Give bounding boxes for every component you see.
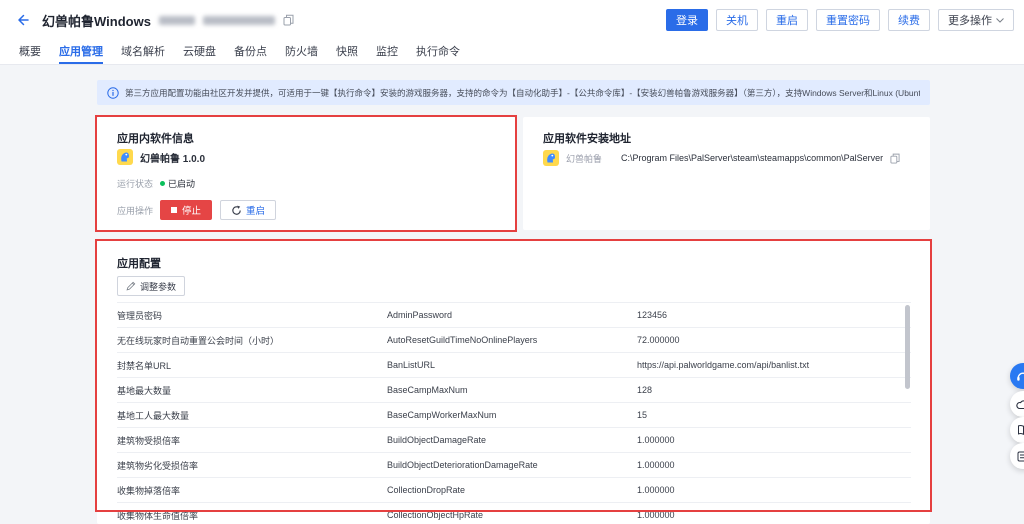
tab-cloud-disk[interactable]: 云硬盘 <box>183 40 216 64</box>
table-row: 收集物掉落倍率 CollectionDropRate 1.000000 <box>117 477 911 502</box>
palworld-app-icon <box>543 150 559 166</box>
restart-icon <box>231 205 242 216</box>
adjust-params-button[interactable]: 调整参数 <box>117 276 185 296</box>
status-dot-icon <box>160 181 165 186</box>
table-row: 封禁名单URL BanListURL https://api.palworldg… <box>117 352 911 377</box>
renew-button[interactable]: 续费 <box>888 9 930 31</box>
param-value: 15 <box>637 410 911 420</box>
param-value: 1.000000 <box>637 485 911 495</box>
config-card-title: 应用配置 <box>117 255 161 271</box>
param-value: https://api.palworldgame.com/api/banlist… <box>637 360 911 370</box>
param-key: BaseCampMaxNum <box>387 385 637 395</box>
app-action-label: 应用操作 <box>117 204 160 217</box>
page-title: 幻兽帕鲁Windows <box>42 11 151 30</box>
documentation-button[interactable] <box>1010 417 1024 443</box>
table-row: 基地工人最大数量 BaseCampWorkerMaxNum 15 <box>117 402 911 427</box>
param-key: BuildObjectDamageRate <box>387 435 637 445</box>
run-status-value: 已启动 <box>160 177 195 190</box>
palworld-server-console-page: 幻兽帕鲁Windows 登录 关机 重启 重置密码 续费 更多操作 概要 应用管… <box>0 0 1024 524</box>
table-row: 管理员密码 AdminPassword 123456 <box>117 302 911 327</box>
pencil-icon <box>126 281 136 291</box>
book-icon <box>1017 424 1024 436</box>
software-info-card: 应用内软件信息 幻兽帕鲁 1.0.0 运行状态 已启动 应用操作 停止 <box>97 117 515 230</box>
tab-overview[interactable]: 概要 <box>19 40 41 64</box>
customer-service-button[interactable] <box>1010 363 1024 389</box>
config-table-body: 管理员密码 AdminPassword 123456 无在线玩家时自动重置公会时… <box>117 302 911 524</box>
param-label: 无在线玩家时自动重置公会时间（小时） <box>117 334 387 347</box>
tab-app-management[interactable]: 应用管理 <box>59 40 103 64</box>
tab-backup-point[interactable]: 备份点 <box>234 40 267 64</box>
param-label: 封禁名单URL <box>117 359 387 372</box>
headset-icon <box>1016 370 1024 383</box>
param-label: 收集物体生命值倍率 <box>117 509 387 522</box>
server-action-buttons: 登录 关机 重启 重置密码 续费 更多操作 <box>666 0 1014 40</box>
copy-icon[interactable] <box>283 14 294 26</box>
feedback-button[interactable] <box>1010 391 1024 417</box>
software-card-title: 应用内软件信息 <box>117 130 194 146</box>
shutdown-button[interactable]: 关机 <box>716 9 758 31</box>
restart-server-button[interactable]: 重启 <box>766 9 808 31</box>
run-status-label: 运行状态 <box>117 177 160 190</box>
app-config-card: 应用配置 调整参数 管理员密码 AdminPassword 123456 无在线… <box>97 241 930 524</box>
param-label: 基地最大数量 <box>117 384 387 397</box>
cloud-icon <box>1016 399 1024 410</box>
info-icon <box>107 87 119 99</box>
back-arrow-icon[interactable] <box>14 12 30 28</box>
param-label: 建筑物受损倍率 <box>117 434 387 447</box>
param-value: 1.000000 <box>637 435 911 445</box>
survey-button[interactable] <box>1010 443 1024 469</box>
more-actions-button[interactable]: 更多操作 <box>938 9 1014 31</box>
list-icon <box>1017 451 1024 462</box>
param-value: 72.000000 <box>637 335 911 345</box>
stop-icon <box>171 207 177 213</box>
param-label: 管理员密码 <box>117 309 387 322</box>
param-value: 1.000000 <box>637 460 911 470</box>
table-row: 基地最大数量 BaseCampMaxNum 128 <box>117 377 911 402</box>
table-row: 建筑物受损倍率 BuildObjectDamageRate 1.000000 <box>117 427 911 452</box>
more-actions-label: 更多操作 <box>948 12 992 28</box>
redacted-text <box>159 16 195 25</box>
software-app-name: 幻兽帕鲁 1.0.0 <box>140 150 205 165</box>
install-card-title: 应用软件安装地址 <box>543 130 631 146</box>
param-key: AdminPassword <box>387 310 637 320</box>
title-row: 幻兽帕鲁Windows <box>42 0 294 40</box>
login-button[interactable]: 登录 <box>666 9 708 31</box>
chevron-down-icon <box>996 18 1004 23</box>
tab-snapshot[interactable]: 快照 <box>336 40 358 64</box>
table-row: 收集物体生命值倍率 CollectionObjectHpRate 1.00000… <box>117 502 911 524</box>
reset-password-button[interactable]: 重置密码 <box>816 9 880 31</box>
install-app-name: 幻兽帕鲁 <box>566 152 602 165</box>
tab-domain-resolution[interactable]: 域名解析 <box>121 40 165 64</box>
param-label: 建筑物劣化受损倍率 <box>117 459 387 472</box>
banner-text: 第三方应用配置功能由社区开发并提供，可适用于一键【执行命令】安装的游戏服务器，支… <box>125 87 920 99</box>
top-bar: 幻兽帕鲁Windows 登录 关机 重启 重置密码 续费 更多操作 <box>0 0 1024 40</box>
param-value: 128 <box>637 385 911 395</box>
param-value: 1.000000 <box>637 510 911 520</box>
info-banner: 第三方应用配置功能由社区开发并提供，可适用于一键【执行命令】安装的游戏服务器，支… <box>97 80 930 105</box>
install-path: C:\Program Files\PalServer\steam\steamap… <box>621 153 883 163</box>
restart-app-button[interactable]: 重启 <box>220 200 276 220</box>
param-key: AutoResetGuildTimeNoOnlinePlayers <box>387 335 637 345</box>
param-key: BuildObjectDeteriorationDamageRate <box>387 460 637 470</box>
palworld-app-icon <box>117 149 133 165</box>
tab-bar: 概要 应用管理 域名解析 云硬盘 备份点 防火墙 快照 监控 执行命令 <box>0 40 1024 65</box>
table-scrollbar-thumb[interactable] <box>905 305 910 389</box>
param-label: 基地工人最大数量 <box>117 409 387 422</box>
param-key: CollectionDropRate <box>387 485 637 495</box>
tab-monitoring[interactable]: 监控 <box>376 40 398 64</box>
tab-firewall[interactable]: 防火墙 <box>285 40 318 64</box>
param-key: CollectionObjectHpRate <box>387 510 637 520</box>
copy-path-icon[interactable] <box>890 153 900 164</box>
param-key: BanListURL <box>387 360 637 370</box>
param-label: 收集物掉落倍率 <box>117 484 387 497</box>
table-row: 无在线玩家时自动重置公会时间（小时） AutoResetGuildTimeNoO… <box>117 327 911 352</box>
param-value: 123456 <box>637 310 911 320</box>
redacted-text <box>203 16 275 25</box>
tab-run-command[interactable]: 执行命令 <box>416 40 460 64</box>
param-key: BaseCampWorkerMaxNum <box>387 410 637 420</box>
install-address-card: 应用软件安装地址 幻兽帕鲁 C:\Program Files\PalServer… <box>523 117 930 230</box>
stop-app-button[interactable]: 停止 <box>160 200 212 220</box>
table-row: 建筑物劣化受损倍率 BuildObjectDeteriorationDamage… <box>117 452 911 477</box>
